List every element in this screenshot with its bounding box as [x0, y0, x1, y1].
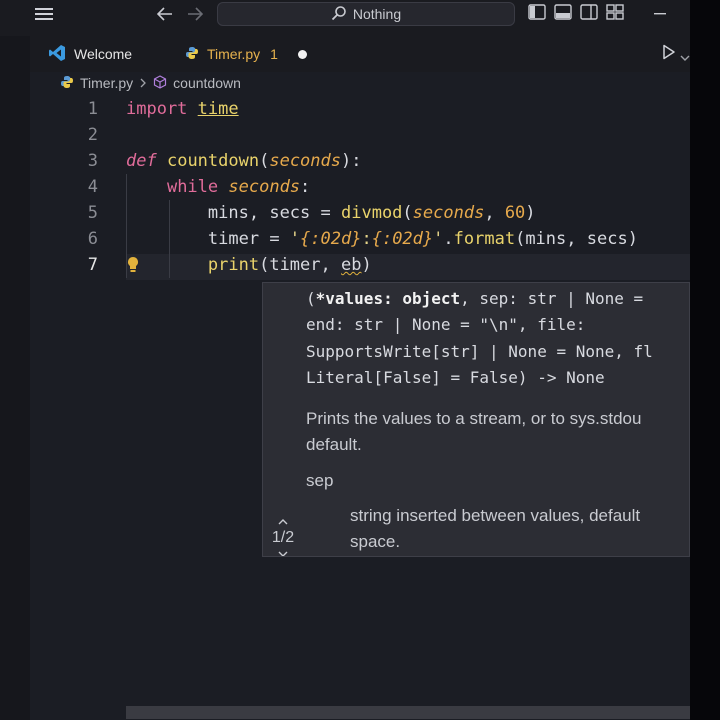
chevron-down-icon[interactable] — [680, 47, 690, 66]
line-number: 5 — [87, 203, 98, 223]
line-number: 2 — [87, 125, 98, 145]
minimize-icon[interactable] — [652, 0, 668, 28]
signature-line: SupportsWrite[str] | None = None, fl — [306, 342, 653, 361]
python-file-icon — [60, 75, 74, 92]
overload-pager: 1/2 — [265, 513, 301, 556]
code-line: 4 while seconds: — [30, 174, 690, 200]
parameter-doc: space. — [350, 532, 401, 551]
vscode-window: Nothing Welcome Timer.py 1 Timer.py coun… — [0, 0, 720, 720]
lightbulb-icon[interactable] — [126, 256, 140, 278]
tab-timer-py[interactable]: Timer.py 1 — [185, 36, 307, 72]
breadcrumb: Timer.py countdown — [60, 72, 241, 94]
horizontal-scrollbar[interactable] — [126, 706, 690, 719]
vscode-logo-icon — [48, 44, 66, 65]
title-bar: Nothing — [0, 0, 690, 36]
line-number: 3 — [87, 151, 98, 171]
line-content: print(timer, eb) — [207, 255, 372, 275]
documentation-text: Prints the values to a stream, or to sys… — [306, 409, 642, 428]
breadcrumb-file[interactable]: Timer.py — [80, 75, 133, 91]
search-icon — [331, 5, 347, 24]
code-line: 6 timer = '{:02d}:{:02d}'.format(mins, s… — [30, 226, 690, 252]
code-line: 5 mins, secs = divmod(seconds, 60) — [30, 200, 690, 226]
layout-controls — [528, 2, 624, 26]
symbol-method-icon — [153, 74, 167, 92]
tab-label: Welcome — [74, 46, 133, 62]
signature-line: Literal[False] = False) -> None — [306, 368, 605, 387]
unsaved-changes-dot-icon[interactable] — [297, 49, 307, 59]
arrow-right-icon[interactable] — [182, 0, 208, 28]
line-number: 6 — [87, 229, 98, 249]
arrow-left-icon[interactable] — [152, 0, 178, 28]
toggle-primary-sidebar-icon[interactable] — [528, 4, 546, 24]
line-number: 4 — [87, 177, 98, 197]
toggle-panel-icon[interactable] — [554, 4, 572, 24]
signature-help-widget: (*values: object, sep: str | None = end:… — [262, 282, 690, 557]
chevron-down-icon[interactable] — [265, 545, 301, 556]
tab-welcome[interactable]: Welcome — [48, 36, 132, 72]
tab-label: Timer.py — [207, 46, 261, 62]
problem-count-badge: 1 — [270, 46, 278, 62]
hamburger-menu-icon[interactable] — [30, 0, 58, 28]
command-center-text: Nothing — [352, 6, 402, 22]
line-number: 7 — [87, 255, 98, 275]
code-line: 1 import time — [30, 96, 690, 122]
signature-line: (*values: object, sep: str | None = — [306, 289, 653, 308]
line-content: while seconds: — [166, 177, 311, 197]
editor-tab-bar: Welcome Timer.py 1 — [30, 36, 690, 72]
documentation-text: default. — [306, 435, 362, 454]
line-content: timer = '{:02d}:{:02d}'.format(mins, sec… — [207, 229, 638, 249]
left-margin — [0, 36, 30, 720]
line-content: mins, secs = divmod(seconds, 60) — [207, 203, 536, 223]
breadcrumb-symbol[interactable]: countdown — [173, 75, 241, 91]
line-content: def countdown(seconds): — [126, 151, 362, 171]
parameter-name: sep — [306, 471, 334, 490]
right-margin — [690, 0, 720, 720]
line-number: 1 — [87, 99, 98, 119]
customize-layout-icon[interactable] — [606, 4, 624, 24]
code-line: 3 def countdown(seconds): — [30, 148, 690, 174]
overload-count: 1/2 — [271, 529, 295, 546]
toggle-secondary-sidebar-icon[interactable] — [580, 4, 598, 24]
command-center-search[interactable]: Nothing — [217, 2, 515, 26]
signature-line: end: str | None = "\n", file: — [306, 315, 595, 334]
parameter-doc: string inserted between values, default — [350, 506, 641, 525]
run-python-file-icon[interactable] — [662, 44, 676, 64]
chevron-right-icon — [139, 75, 147, 91]
python-file-icon — [185, 46, 199, 63]
line-content: import time — [126, 99, 239, 119]
code-line: 2 — [30, 122, 690, 148]
